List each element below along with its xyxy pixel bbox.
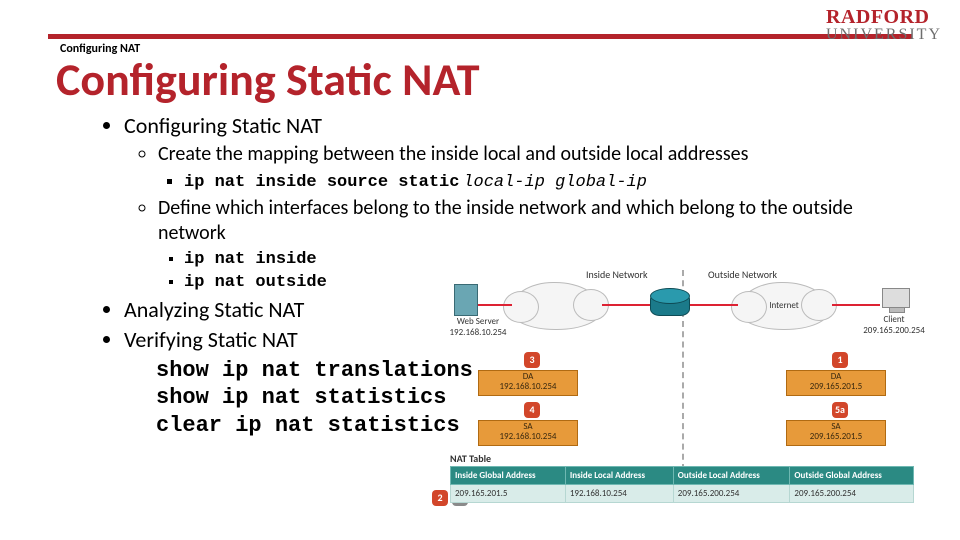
web-server-name: Web Server: [438, 316, 518, 327]
bullet-create-mapping: Create the mapping between the inside lo…: [158, 142, 920, 168]
bullet-define-interfaces: Define which interfaces belong to the in…: [158, 196, 920, 247]
internet-label: Internet: [756, 300, 812, 311]
nat-th-outside-global: Outside Global Address: [790, 467, 914, 485]
nat-cell-inside-global: 209.165.201.5: [451, 485, 566, 503]
nat-th-outside-local: Outside Local Address: [673, 467, 790, 485]
brand-logo-line2: UNIVERSITY: [826, 27, 942, 42]
link-server-cloud: [478, 304, 512, 306]
nat-table-caption: NAT Table: [450, 452, 491, 465]
brand-logo: RADFORD UNIVERSITY: [826, 8, 942, 42]
step-1-badge: 1: [832, 352, 848, 368]
tag-da-outside: DA 209.165.201.5: [786, 370, 886, 396]
nat-table: Inside Global Address Inside Local Addre…: [450, 466, 914, 503]
tag-sa-inside: SA 192.168.10.254: [478, 420, 578, 446]
client-pc-icon: [882, 288, 910, 308]
web-server-ip: 192.168.10.254: [438, 327, 518, 338]
client-label: Client 209.165.200.254: [854, 314, 934, 336]
client-name: Client: [854, 314, 934, 325]
brand-logo-line1: RADFORD: [826, 8, 942, 27]
step-5a-badge: 5a: [832, 402, 848, 418]
step-2-badge: 2: [432, 490, 448, 506]
tag-da-inside-ip: 192.168.10.254: [479, 382, 577, 392]
bullet-section-configuring: Configuring Static NAT: [124, 112, 920, 140]
inside-cloud-icon: [510, 282, 602, 330]
link-cloud-router: [602, 304, 650, 306]
accent-rule: [48, 34, 912, 39]
tag-da-inside: DA 192.168.10.254: [478, 370, 578, 396]
link-router-internet: [690, 304, 738, 306]
nat-row: 209.165.201.5 192.168.10.254 209.165.200…: [451, 485, 914, 503]
client-ip: 209.165.200.254: [854, 325, 934, 336]
cmd-static-map: ip nat inside source static local-ip glo…: [184, 170, 920, 194]
nat-cell-outside-local: 209.165.200.254: [673, 485, 790, 503]
tag-sa-outside: SA 209.165.201.5: [786, 420, 886, 446]
nat-topology-diagram: Inside Network Outside Network Web Serve…: [450, 270, 930, 530]
tag-sa-inside-ip: 192.168.10.254: [479, 432, 577, 442]
web-server-label: Web Server 192.168.10.254: [438, 316, 518, 338]
step-3-badge: 3: [524, 352, 540, 368]
nat-cell-inside-local: 192.168.10.254: [565, 485, 673, 503]
cmd-static-map-kw: ip nat inside source static: [184, 173, 459, 192]
tag-da-outside-ip: 209.165.201.5: [787, 382, 885, 392]
label-inside-network: Inside Network: [586, 268, 648, 281]
link-internet-client: [832, 304, 880, 306]
cmd-static-map-args: local-ip global-ip: [463, 173, 647, 192]
web-server-icon: [454, 284, 478, 316]
label-outside-network: Outside Network: [708, 268, 777, 281]
cmd-nat-inside: ip nat inside: [184, 249, 920, 271]
nat-th-inside-local: Inside Local Address: [565, 467, 673, 485]
nat-th-inside-global: Inside Global Address: [451, 467, 566, 485]
slide-title: Configuring Static NAT: [56, 52, 480, 108]
nat-router-icon: [650, 292, 690, 316]
nat-cell-outside-global: 209.165.200.254: [790, 485, 914, 503]
step-4-badge: 4: [524, 402, 540, 418]
tag-sa-outside-ip: 209.165.201.5: [787, 432, 885, 442]
